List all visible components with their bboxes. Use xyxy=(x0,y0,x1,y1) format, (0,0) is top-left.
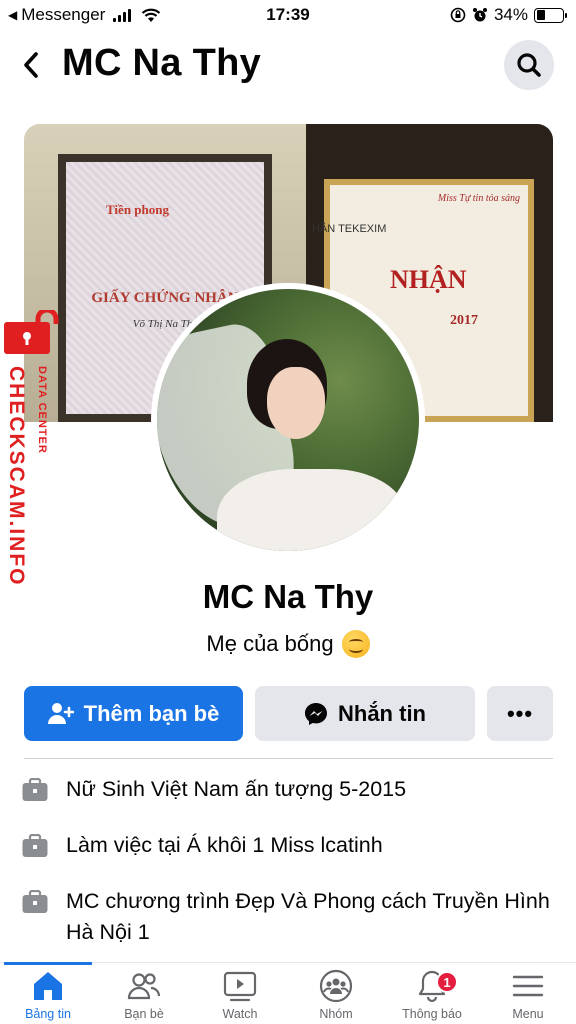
certificate2-line1: HẦN TEKEXIM xyxy=(312,223,387,235)
nav-tab-news-feed[interactable]: Bảng tin xyxy=(0,969,96,1024)
nav-tab-groups[interactable]: Nhóm xyxy=(288,969,384,1024)
add-friend-button[interactable]: Thêm bạn bè xyxy=(24,686,243,741)
briefcase-icon xyxy=(22,778,48,801)
more-options-button[interactable]: ••• xyxy=(487,686,553,741)
battery-fill xyxy=(536,10,545,20)
back-button[interactable] xyxy=(14,48,48,82)
alarm-icon xyxy=(472,8,487,22)
watermark: CHECKSCAM.INFO DATA CENTER xyxy=(2,310,64,590)
orientation-lock-icon xyxy=(450,7,466,23)
info-item: Nữ Sinh Việt Nam ấn tượng 5-2015 xyxy=(22,774,552,805)
bio-text: Mẹ của bống xyxy=(206,631,334,656)
smiling-emoji-icon xyxy=(341,630,370,658)
message-label: Nhắn tin xyxy=(338,700,426,726)
active-tab-indicator xyxy=(4,962,92,965)
nav-tab-menu[interactable]: Menu xyxy=(480,969,576,1024)
lock-icon xyxy=(4,310,59,354)
add-friend-icon xyxy=(47,702,74,724)
page-title: MC Na Thy xyxy=(62,42,262,84)
search-button[interactable] xyxy=(504,40,554,90)
watermark-text: CHECKSCAM.INFO xyxy=(5,366,28,587)
battery-icon xyxy=(534,7,567,23)
more-options-icon: ••• xyxy=(506,700,534,726)
info-item: MC chương trình Đẹp Và Phong cách Truyền… xyxy=(22,886,552,948)
certificate2-brand: Miss Tự tin tỏa sáng xyxy=(437,193,520,204)
nav-label: Thông báo xyxy=(402,1007,462,1021)
nav-tab-watch[interactable]: Watch xyxy=(192,969,288,1024)
search-icon xyxy=(517,53,541,77)
home-icon xyxy=(34,972,62,1000)
friends-icon xyxy=(127,973,161,1000)
info-text: MC chương trình Đẹp Và Phong cách Truyền… xyxy=(66,889,550,944)
notification-badge: 1 xyxy=(436,971,458,993)
page-header: MC Na Thy xyxy=(0,36,576,96)
certificate-brand: Tiền phong xyxy=(106,202,169,217)
divider xyxy=(24,758,553,759)
add-friend-label: Thêm bạn bè xyxy=(83,700,220,726)
nav-label: Bạn bè xyxy=(124,1007,164,1021)
profile-avatar[interactable] xyxy=(151,283,425,557)
chevron-left-icon xyxy=(24,52,38,78)
watch-icon xyxy=(223,971,257,1002)
watermark-subtext: DATA CENTER xyxy=(36,366,48,454)
profile-bio: Mẹ của bống xyxy=(0,630,576,658)
messenger-icon xyxy=(305,702,327,725)
avatar-photo xyxy=(157,289,419,551)
battery-percent: 34% xyxy=(493,5,528,24)
groups-icon xyxy=(319,969,353,1003)
status-bar: ◀ Messenger 17:39 34% xyxy=(0,0,576,32)
briefcase-icon xyxy=(22,890,48,913)
nav-label: Watch xyxy=(222,1007,258,1021)
certificate2-line2: NHẬN xyxy=(390,265,467,294)
nav-label: Menu xyxy=(512,1007,544,1021)
briefcase-icon xyxy=(22,834,48,857)
info-text: Làm việc tại Á khôi 1 Miss lcatinh xyxy=(66,833,383,857)
status-right: 34% xyxy=(450,5,567,25)
nav-label: Nhóm xyxy=(319,1007,353,1021)
message-button[interactable]: Nhắn tin xyxy=(255,686,475,741)
nav-tab-notifications[interactable]: 1 Thông báo xyxy=(384,969,480,1024)
info-text: Nữ Sinh Việt Nam ấn tượng 5-2015 xyxy=(66,777,407,801)
nav-tab-friends[interactable]: Bạn bè xyxy=(96,969,192,1024)
info-item: Làm việc tại Á khôi 1 Miss lcatinh xyxy=(22,830,552,861)
bottom-navigation: Bảng tin Bạn bè Watch Nhóm 1 Thông báo M… xyxy=(0,962,576,1024)
profile-name: MC Na Thy xyxy=(202,578,374,615)
certificate2-line3: 2017 xyxy=(450,313,478,328)
nav-label: Bảng tin xyxy=(25,1007,71,1021)
menu-icon xyxy=(512,975,544,997)
profile-actions: Thêm bạn bè Nhắn tin ••• xyxy=(24,686,553,741)
